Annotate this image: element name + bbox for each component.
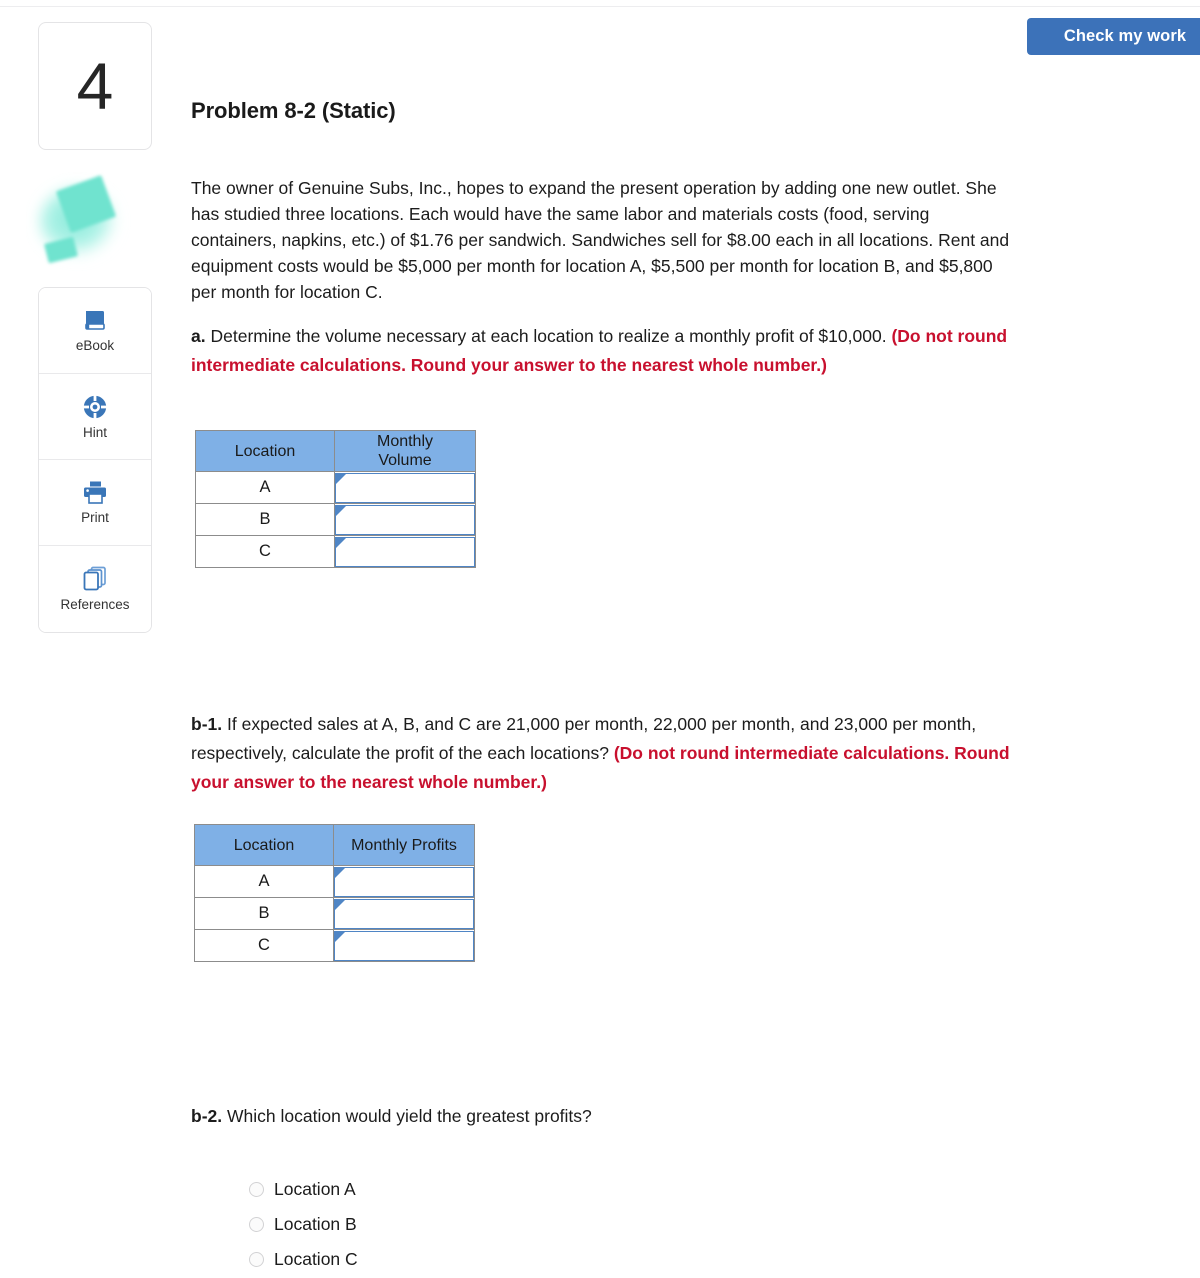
hint-label: Hint bbox=[82, 424, 107, 440]
location-cell: A bbox=[194, 865, 334, 898]
table-header-row: Location Monthly Volume bbox=[195, 430, 476, 472]
location-cell: C bbox=[195, 535, 335, 568]
monthly-volume-input-a[interactable] bbox=[335, 472, 475, 503]
monthly-volume-cell-c[interactable] bbox=[334, 535, 476, 568]
column-header-location: Location bbox=[194, 824, 334, 866]
location-radio-group: Location A Location B Location C bbox=[249, 1172, 358, 1277]
monthly-profit-cell-b[interactable] bbox=[333, 897, 475, 930]
table-row: B bbox=[194, 897, 475, 930]
print-label: Print bbox=[81, 510, 109, 526]
location-cell: B bbox=[195, 503, 335, 536]
hint-button[interactable]: Hint bbox=[39, 374, 151, 460]
radio-button-icon[interactable] bbox=[249, 1217, 264, 1232]
ebook-button[interactable]: eBook bbox=[39, 288, 151, 374]
table-row: C bbox=[194, 929, 475, 962]
monthly-volume-cell-b[interactable] bbox=[334, 503, 476, 536]
check-my-work-button[interactable]: Check my work bbox=[1027, 18, 1200, 55]
column-header-monthly-volume: Monthly Volume bbox=[334, 430, 476, 472]
monthly-profit-cell-a[interactable] bbox=[333, 865, 475, 898]
problem-line: per month for location C. bbox=[191, 282, 383, 302]
monthly-volume-cell-a[interactable] bbox=[334, 471, 476, 504]
question-number: 4 bbox=[76, 49, 114, 123]
part-b1-prompt: b-1. If expected sales at A, B, and C ar… bbox=[191, 710, 1200, 797]
location-cell: A bbox=[195, 471, 335, 504]
part-b2-label: b-2. bbox=[191, 1106, 223, 1126]
lifebuoy-icon bbox=[82, 394, 108, 420]
radio-label-location-c: Location C bbox=[274, 1248, 358, 1269]
monthly-volume-table: Location Monthly Volume A B C bbox=[195, 430, 476, 568]
book-icon bbox=[82, 309, 108, 333]
radio-label-location-b: Location B bbox=[274, 1213, 357, 1234]
part-a-instruction-2: intermediate calculations. Round your an… bbox=[191, 355, 827, 375]
monthly-profit-input-a[interactable] bbox=[334, 866, 474, 897]
part-b1-instruction-1: (Do not round intermediate calculations.… bbox=[613, 743, 1010, 763]
monthly-profit-input-b[interactable] bbox=[334, 898, 474, 929]
part-a-label: a. bbox=[191, 326, 206, 346]
location-cell: C bbox=[194, 929, 334, 962]
table-header-row: Location Monthly Profits bbox=[194, 824, 475, 866]
header-line-1: Monthly bbox=[376, 433, 434, 450]
radio-button-icon[interactable] bbox=[249, 1182, 264, 1197]
part-b1-question-line-2: respectively, calculate the profit of th… bbox=[191, 743, 609, 763]
question-number-card: 4 bbox=[38, 22, 152, 150]
monthly-volume-input-b[interactable] bbox=[335, 504, 475, 535]
mint-blob-graphic bbox=[26, 170, 136, 274]
radio-label-location-a: Location A bbox=[274, 1178, 356, 1199]
radio-option-location-c[interactable]: Location C bbox=[249, 1242, 358, 1277]
radio-button-icon[interactable] bbox=[249, 1252, 264, 1267]
ebook-label: eBook bbox=[75, 337, 115, 353]
part-a-instruction-1: (Do not round bbox=[891, 326, 1008, 346]
printer-icon bbox=[81, 480, 109, 505]
table-row: C bbox=[195, 535, 476, 568]
part-b1-label: b-1. bbox=[191, 714, 223, 734]
monthly-profits-table: Location Monthly Profits A B C bbox=[194, 824, 475, 962]
monthly-profit-cell-c[interactable] bbox=[333, 929, 475, 962]
monthly-volume-input-c[interactable] bbox=[335, 536, 475, 567]
problem-line: equipment costs would be $5,000 per mont… bbox=[191, 256, 993, 276]
part-b1-question-line-1: If expected sales at A, B, and C are 21,… bbox=[227, 714, 977, 734]
table-row: A bbox=[195, 471, 476, 504]
header-line-2: Volume bbox=[378, 452, 432, 469]
problem-statement: The owner of Genuine Subs, Inc., hopes t… bbox=[191, 175, 1200, 305]
tool-button-stack: eBook Hint Print References bbox=[38, 287, 152, 633]
location-cell: B bbox=[194, 897, 334, 930]
radio-option-location-b[interactable]: Location B bbox=[249, 1207, 358, 1242]
part-b2-question: Which location would yield the greatest … bbox=[227, 1106, 592, 1126]
table-row: A bbox=[194, 865, 475, 898]
stacked-pages-icon bbox=[82, 566, 108, 592]
monthly-profit-input-c[interactable] bbox=[334, 930, 474, 961]
part-b1-instruction-2: your answer to the nearest whole number.… bbox=[191, 772, 547, 792]
table-row: B bbox=[195, 503, 476, 536]
references-label: References bbox=[60, 597, 130, 613]
part-b2-prompt: b-2. Which location would yield the grea… bbox=[191, 1103, 592, 1129]
radio-option-location-a[interactable]: Location A bbox=[249, 1172, 358, 1207]
print-button[interactable]: Print bbox=[39, 460, 151, 546]
part-a-question: Determine the volume necessary at each l… bbox=[210, 326, 887, 346]
top-divider bbox=[0, 6, 1200, 7]
problem-line: has studied three locations. Each would … bbox=[191, 204, 930, 224]
page-title: Problem 8-2 (Static) bbox=[191, 98, 396, 123]
column-header-monthly-profits: Monthly Profits bbox=[333, 824, 475, 866]
problem-line: containers, napkins, etc.) of $1.76 per … bbox=[191, 230, 1010, 250]
part-a-prompt: a. Determine the volume necessary at eac… bbox=[191, 322, 1200, 380]
column-header-location: Location bbox=[195, 430, 335, 472]
references-button[interactable]: References bbox=[39, 546, 151, 632]
problem-line: The owner of Genuine Subs, Inc., hopes t… bbox=[191, 178, 997, 198]
